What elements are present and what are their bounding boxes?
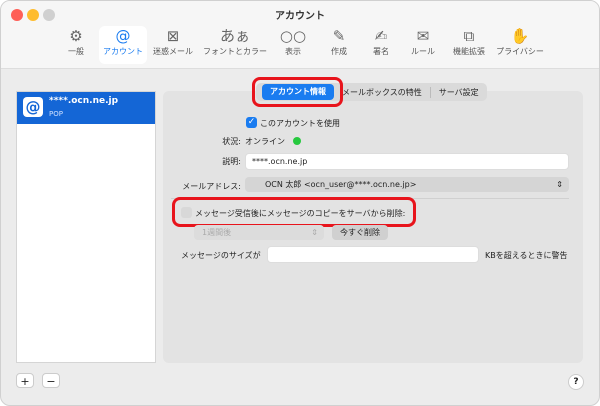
tab-signatures[interactable]: ✍署名: [363, 26, 399, 64]
description-field[interactable]: ****.ocn.ne.jp: [245, 153, 569, 170]
compose-icon: ✎: [321, 26, 357, 46]
tab-fonts-colors[interactable]: あぁフォントとカラー: [201, 26, 269, 64]
tab-rules[interactable]: ✉ルール: [405, 26, 441, 64]
tab-server-settings[interactable]: サーバ設定: [430, 87, 487, 98]
signature-icon: ✍: [363, 26, 399, 46]
hand-icon: ✋: [495, 26, 545, 46]
preferences-window: アカウント ⚙一般 @アカウント ⊠迷惑メール あぁフォントとカラー ○○表示 …: [0, 0, 600, 406]
add-account-button[interactable]: +: [16, 373, 34, 388]
tab-mailbox-behaviors[interactable]: メールボックスの特性: [334, 87, 430, 98]
tab-viewing[interactable]: ○○表示: [275, 26, 311, 64]
enable-account-checkbox[interactable]: ✓: [246, 117, 257, 128]
toolbar: アカウント ⚙一般 @アカウント ⊠迷惑メール あぁフォントとカラー ○○表示 …: [1, 1, 599, 69]
delete-now-button[interactable]: 今すぐ削除: [332, 225, 388, 240]
junk-bin-icon: ⊠: [149, 26, 197, 46]
status-value: オンライン: [245, 136, 285, 147]
window-title: アカウント: [1, 7, 599, 22]
envelope-icon: ✉: [405, 26, 441, 46]
updown-chevron-icon: ⇕: [556, 177, 563, 192]
updown-chevron-icon: ⇕: [311, 225, 318, 240]
font-icon: あぁ: [201, 26, 269, 46]
tab-accounts[interactable]: @アカウント: [99, 26, 147, 64]
gear-icon: ⚙: [57, 26, 95, 46]
glasses-icon: ○○: [275, 26, 311, 46]
tab-junk[interactable]: ⊠迷惑メール: [149, 26, 197, 64]
tab-privacy[interactable]: ✋プライバシー: [495, 26, 545, 64]
highlight-frame: [252, 77, 343, 107]
at-icon: @: [23, 97, 43, 117]
highlight-frame: [172, 197, 416, 227]
remove-account-button[interactable]: −: [42, 373, 60, 388]
tab-extensions[interactable]: ⧉機能拡張: [447, 26, 491, 64]
account-item[interactable]: @ ****.ocn.ne.jp POP: [17, 92, 155, 124]
help-button[interactable]: ?: [568, 374, 584, 390]
tab-general[interactable]: ⚙一般: [57, 26, 95, 64]
at-icon: @: [99, 26, 147, 46]
tab-composing[interactable]: ✎作成: [321, 26, 357, 64]
account-list: @ ****.ocn.ne.jp POP: [16, 91, 156, 363]
online-indicator: [293, 137, 301, 145]
message-size-field[interactable]: [267, 246, 479, 263]
delete-period-select[interactable]: 1週間後⇕: [194, 225, 324, 240]
puzzle-icon: ⧉: [447, 26, 491, 46]
email-address-select[interactable]: OCN 太郎 <ocn_user@****.ocn.ne.jp>⇕: [245, 177, 569, 192]
